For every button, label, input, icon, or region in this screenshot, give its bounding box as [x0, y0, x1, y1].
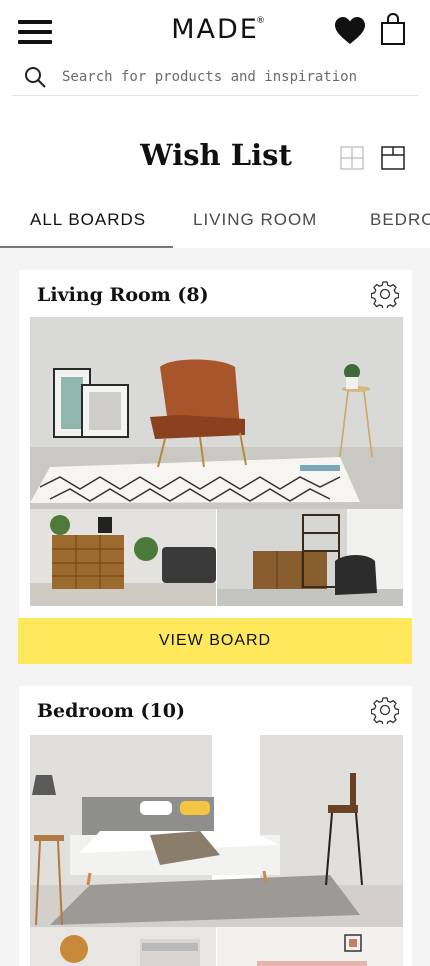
- gear-icon[interactable]: [371, 696, 399, 724]
- gear-icon[interactable]: [371, 280, 399, 308]
- menu-icon[interactable]: [18, 20, 54, 46]
- board-thumbnail-image[interactable]: [30, 927, 216, 966]
- board-thumbnail-image[interactable]: [30, 509, 216, 606]
- page-title: Wish List: [140, 138, 292, 172]
- logo-mark: ®: [256, 16, 265, 26]
- board-main-image[interactable]: [30, 735, 403, 927]
- active-tab-indicator: [0, 246, 173, 248]
- single-view-icon[interactable]: [381, 146, 405, 170]
- board-title: Living Room (8): [37, 284, 209, 306]
- view-board-button[interactable]: VIEW BOARD: [18, 618, 412, 664]
- board-thumbnail-image[interactable]: [217, 509, 403, 606]
- heart-icon[interactable]: [334, 16, 366, 46]
- board-tabs: ALL BOARDS LIVING ROOM BEDRO: [0, 200, 430, 248]
- board-card-bedroom[interactable]: Bedroom (10): [19, 686, 412, 966]
- tab-bedroom[interactable]: BEDRO: [370, 210, 430, 230]
- board-main-image[interactable]: [30, 317, 403, 509]
- tab-living-room[interactable]: LIVING ROOM: [193, 210, 317, 230]
- tab-all-boards[interactable]: ALL BOARDS: [30, 210, 146, 230]
- wish-list-page: MADE ® Wish List: [0, 0, 430, 966]
- header: MADE ® Wish List: [0, 0, 430, 248]
- bag-icon[interactable]: [380, 12, 406, 46]
- search-bar: [12, 60, 418, 96]
- top-bar: MADE ®: [0, 0, 430, 60]
- logo[interactable]: MADE: [160, 14, 270, 45]
- search-icon[interactable]: [24, 66, 46, 88]
- search-input[interactable]: [62, 64, 402, 90]
- board-title: Bedroom (10): [37, 700, 185, 722]
- grid-view-icon[interactable]: [340, 146, 364, 170]
- board-card-living-room[interactable]: Living Room (8): [19, 270, 412, 620]
- board-thumbnail-image[interactable]: [217, 927, 403, 966]
